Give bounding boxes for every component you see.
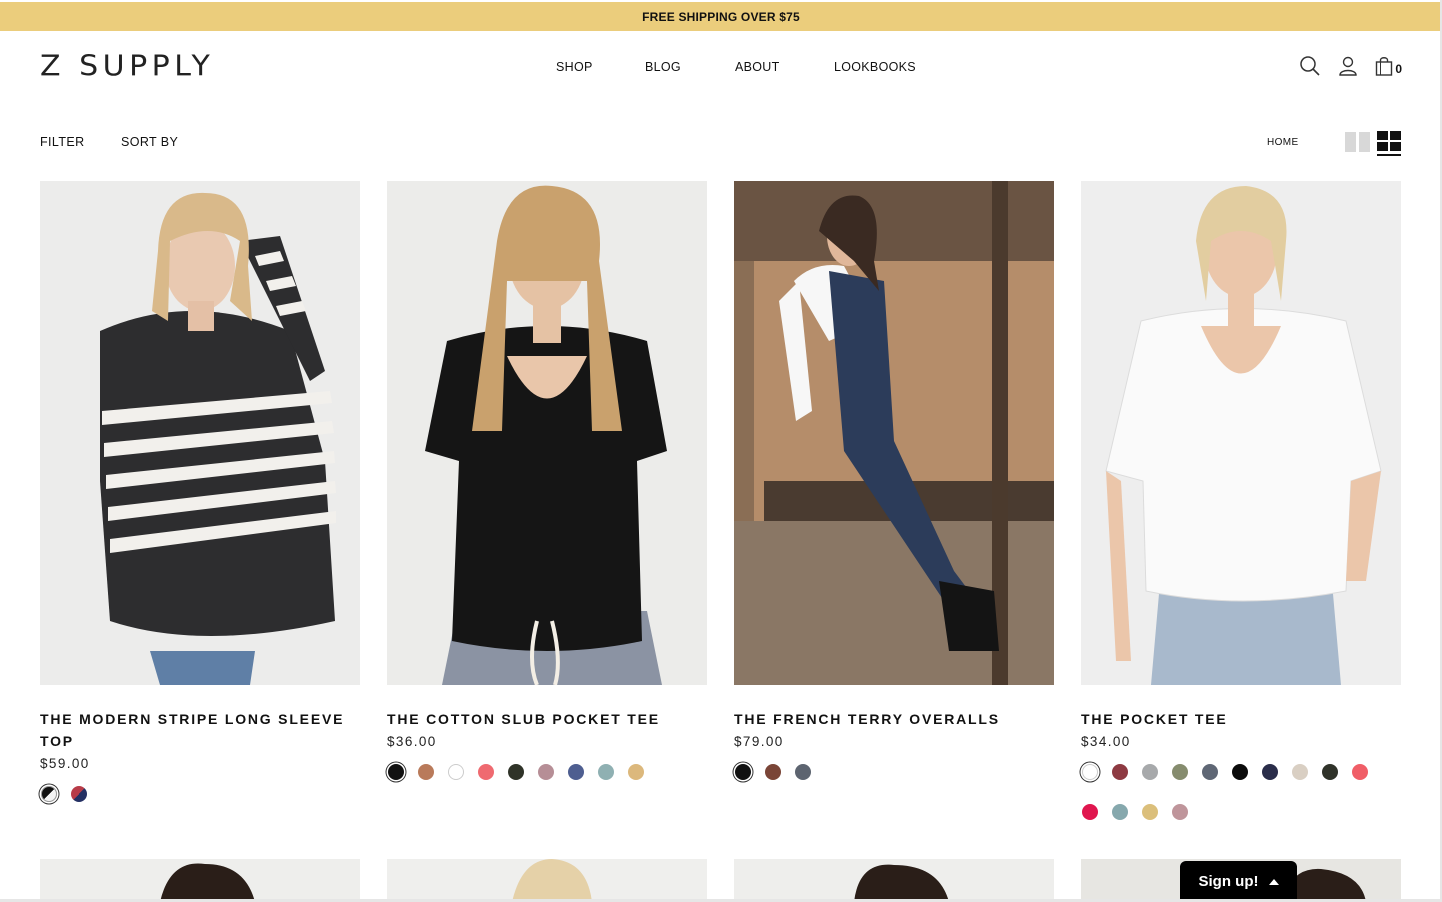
product-image[interactable] [387, 181, 707, 685]
color-swatch[interactable] [1352, 764, 1368, 780]
color-swatch[interactable] [478, 764, 494, 780]
color-swatch[interactable] [1322, 764, 1338, 780]
signup-label: Sign up! [1198, 873, 1259, 890]
color-swatch[interactable] [735, 764, 751, 780]
color-swatch[interactable] [628, 764, 644, 780]
sort-by-button[interactable]: SORT BY [121, 135, 178, 149]
product-image[interactable] [40, 181, 360, 685]
color-swatch[interactable] [508, 764, 524, 780]
promo-banner: FREE SHIPPING OVER $75 [0, 2, 1442, 31]
cart-button[interactable]: 0 [1375, 56, 1402, 76]
color-swatch[interactable] [1142, 804, 1158, 820]
color-swatch[interactable] [1172, 804, 1188, 820]
product-card-image-partial[interactable] [387, 859, 707, 902]
product-card[interactable]: THE FRENCH TERRY OVERALLS $79.00 [734, 181, 1054, 780]
color-swatch[interactable] [41, 786, 57, 802]
color-swatch[interactable] [538, 764, 554, 780]
product-card-image-partial[interactable] [40, 859, 360, 902]
collection-toolbar: FILTER SORT BY HOME [0, 130, 1442, 156]
nav-shop[interactable]: SHOP [556, 60, 593, 74]
color-swatch[interactable] [795, 764, 811, 780]
color-swatch[interactable] [1262, 764, 1278, 780]
nav-blog[interactable]: BLOG [645, 60, 681, 74]
color-swatch[interactable] [1082, 764, 1098, 780]
brand-logo[interactable]: Z SUPPLY [40, 50, 214, 83]
color-swatch[interactable] [1292, 764, 1308, 780]
color-swatch[interactable] [448, 764, 464, 780]
two-column-view-icon[interactable] [1345, 132, 1370, 152]
product-price: $59.00 [40, 756, 90, 771]
product-card-image-partial[interactable] [734, 859, 1054, 902]
bag-icon [1375, 56, 1393, 76]
product-card[interactable]: THE MODERN STRIPE LONG SLEEVE TOP $59.00 [40, 181, 360, 802]
account-icon[interactable] [1337, 55, 1359, 77]
product-title[interactable]: THE FRENCH TERRY OVERALLS [734, 708, 1054, 730]
color-swatch[interactable] [1202, 764, 1218, 780]
caret-up-icon [1268, 878, 1279, 885]
color-swatch[interactable] [765, 764, 781, 780]
color-swatches [1081, 764, 1401, 820]
product-image[interactable] [734, 181, 1054, 685]
site-header: Z SUPPLY SHOP BLOG ABOUT LOOKBOOKS 0 [0, 31, 1442, 103]
color-swatch[interactable] [598, 764, 614, 780]
product-image[interactable] [1081, 181, 1401, 685]
color-swatch[interactable] [568, 764, 584, 780]
color-swatch[interactable] [418, 764, 434, 780]
color-swatches [40, 786, 360, 802]
color-swatch[interactable] [71, 786, 87, 802]
product-price: $34.00 [1081, 734, 1131, 749]
color-swatch[interactable] [1142, 764, 1158, 780]
color-swatch[interactable] [1112, 804, 1128, 820]
breadcrumb-home[interactable]: HOME [1267, 137, 1299, 148]
product-price: $36.00 [387, 734, 437, 749]
promo-text: FREE SHIPPING OVER $75 [642, 9, 800, 24]
cart-count: 0 [1395, 62, 1402, 76]
color-swatch[interactable] [1112, 764, 1128, 780]
color-swatch[interactable] [1172, 764, 1188, 780]
nav-lookbooks[interactable]: LOOKBOOKS [834, 60, 916, 74]
color-swatch[interactable] [388, 764, 404, 780]
search-icon[interactable] [1299, 55, 1321, 77]
grid-view-icon[interactable] [1377, 131, 1401, 156]
color-swatches [734, 764, 1054, 780]
color-swatch[interactable] [1232, 764, 1248, 780]
product-price: $79.00 [734, 734, 784, 749]
color-swatch[interactable] [1082, 804, 1098, 820]
product-title[interactable]: THE COTTON SLUB POCKET TEE [387, 708, 707, 730]
filter-button[interactable]: FILTER [40, 135, 85, 149]
nav-about[interactable]: ABOUT [735, 60, 780, 74]
product-title[interactable]: THE MODERN STRIPE LONG SLEEVE TOP [40, 708, 360, 752]
product-title[interactable]: THE POCKET TEE [1081, 708, 1401, 730]
color-swatches [387, 764, 707, 780]
product-card[interactable]: THE COTTON SLUB POCKET TEE $36.00 [387, 181, 707, 780]
product-card[interactable]: THE POCKET TEE $34.00 [1081, 181, 1401, 820]
newsletter-signup-button[interactable]: Sign up! [1180, 861, 1297, 902]
